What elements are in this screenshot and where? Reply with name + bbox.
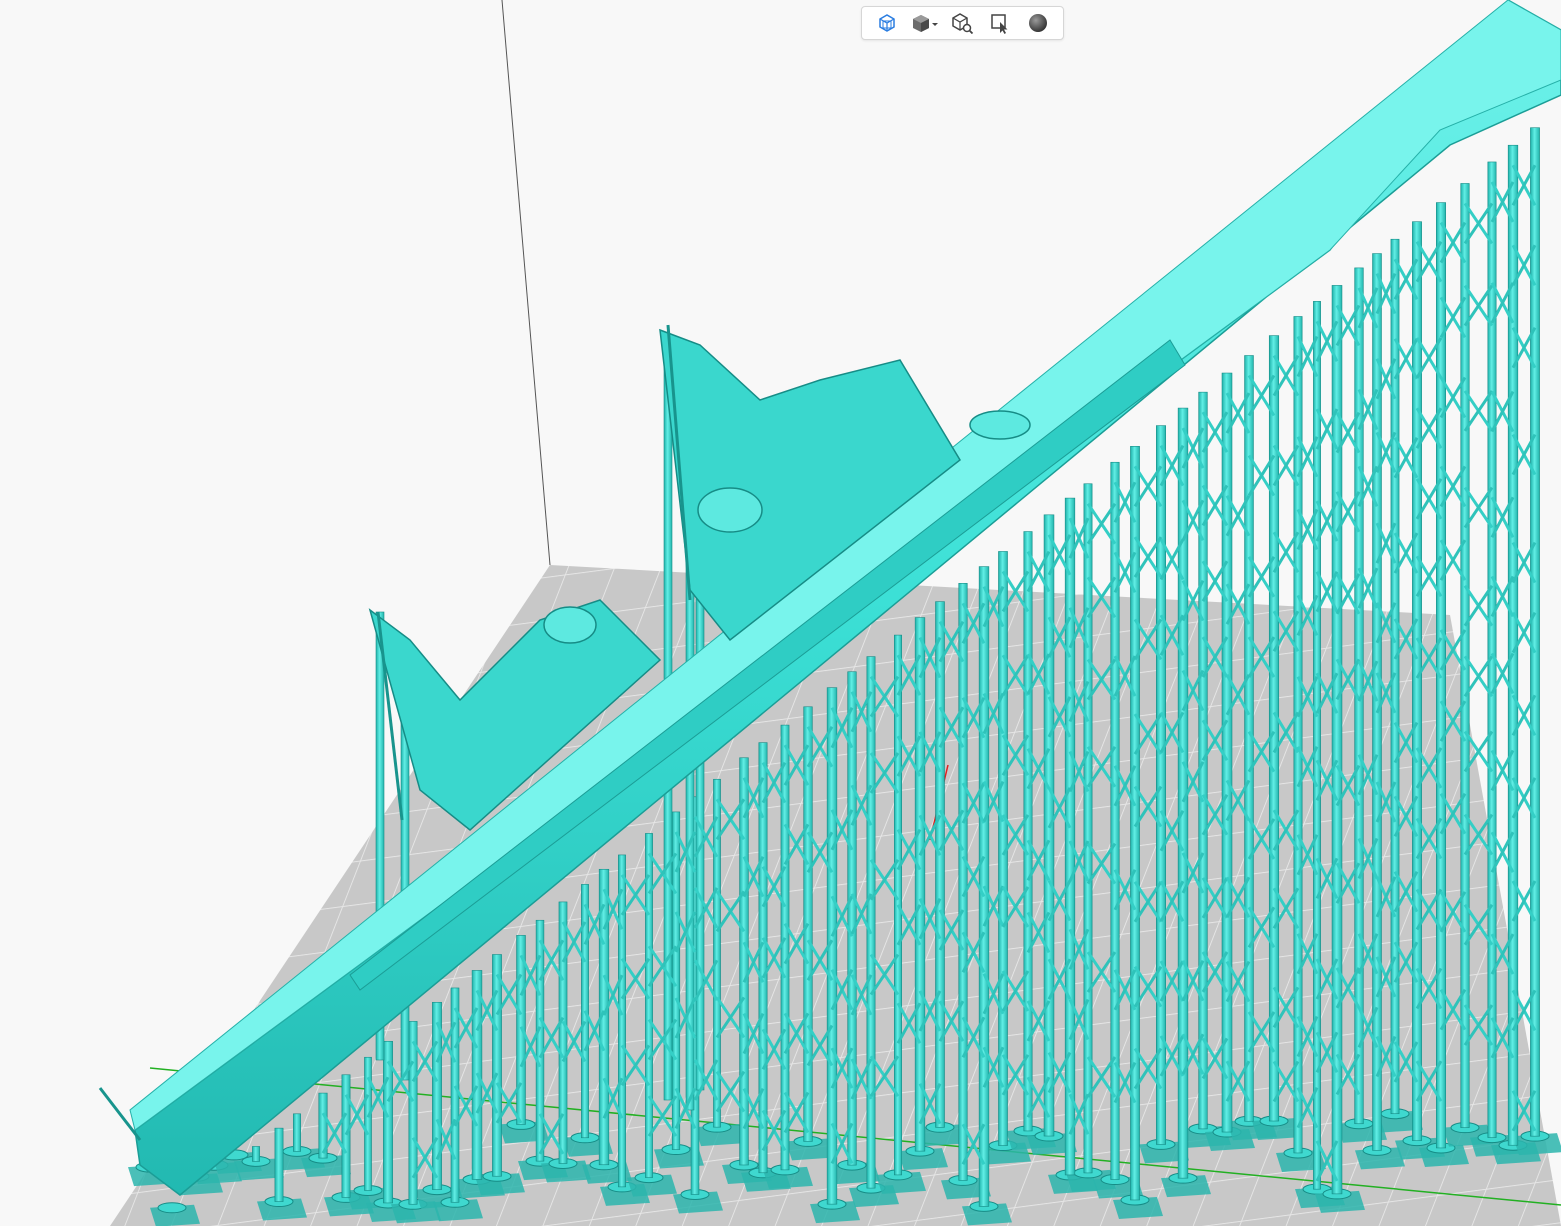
support-pole xyxy=(252,1146,260,1162)
support-pole xyxy=(1083,483,1093,1174)
support-pole xyxy=(958,583,968,1181)
cube-search-icon xyxy=(952,13,974,34)
support-pole xyxy=(645,833,653,1178)
support-pole xyxy=(618,854,626,1188)
support-pole xyxy=(1110,461,1120,1180)
sphere-icon xyxy=(1029,14,1048,32)
support-pole xyxy=(1487,161,1497,1138)
view-toolbar xyxy=(861,6,1064,40)
funnel-fore xyxy=(543,606,597,644)
support-pole xyxy=(914,617,926,1152)
material-sphere-button[interactable] xyxy=(1023,9,1053,37)
shaded-view-menu-button[interactable] xyxy=(910,9,940,37)
funnel-aft xyxy=(697,487,763,533)
wireframe-cube-icon xyxy=(879,14,895,32)
support-pole xyxy=(866,656,876,1189)
scene-canvas[interactable] xyxy=(0,0,1561,1226)
support-pole xyxy=(450,987,460,1203)
turret xyxy=(969,410,1031,440)
support-pole xyxy=(1064,497,1076,1176)
support-pole xyxy=(492,954,502,1177)
support-pole xyxy=(739,757,749,1166)
support-pole xyxy=(293,1113,301,1152)
support-pole xyxy=(780,724,790,1171)
support-pole xyxy=(935,601,945,1128)
select-cursor-icon xyxy=(991,14,1008,34)
solid-cube-dropdown-icon xyxy=(912,15,938,32)
inspect-model-button[interactable] xyxy=(947,9,977,37)
3d-viewport[interactable] xyxy=(0,0,1561,1226)
support-pole xyxy=(364,1056,372,1191)
support-pole xyxy=(274,1127,284,1202)
select-tool-button[interactable] xyxy=(985,9,1015,37)
support-foot xyxy=(157,1202,187,1214)
view-boundary-line xyxy=(501,0,551,566)
support-pole xyxy=(341,1074,351,1198)
perspective-view-button[interactable] xyxy=(872,9,902,37)
support-pole xyxy=(758,742,768,1174)
support-pole xyxy=(1023,531,1033,1132)
